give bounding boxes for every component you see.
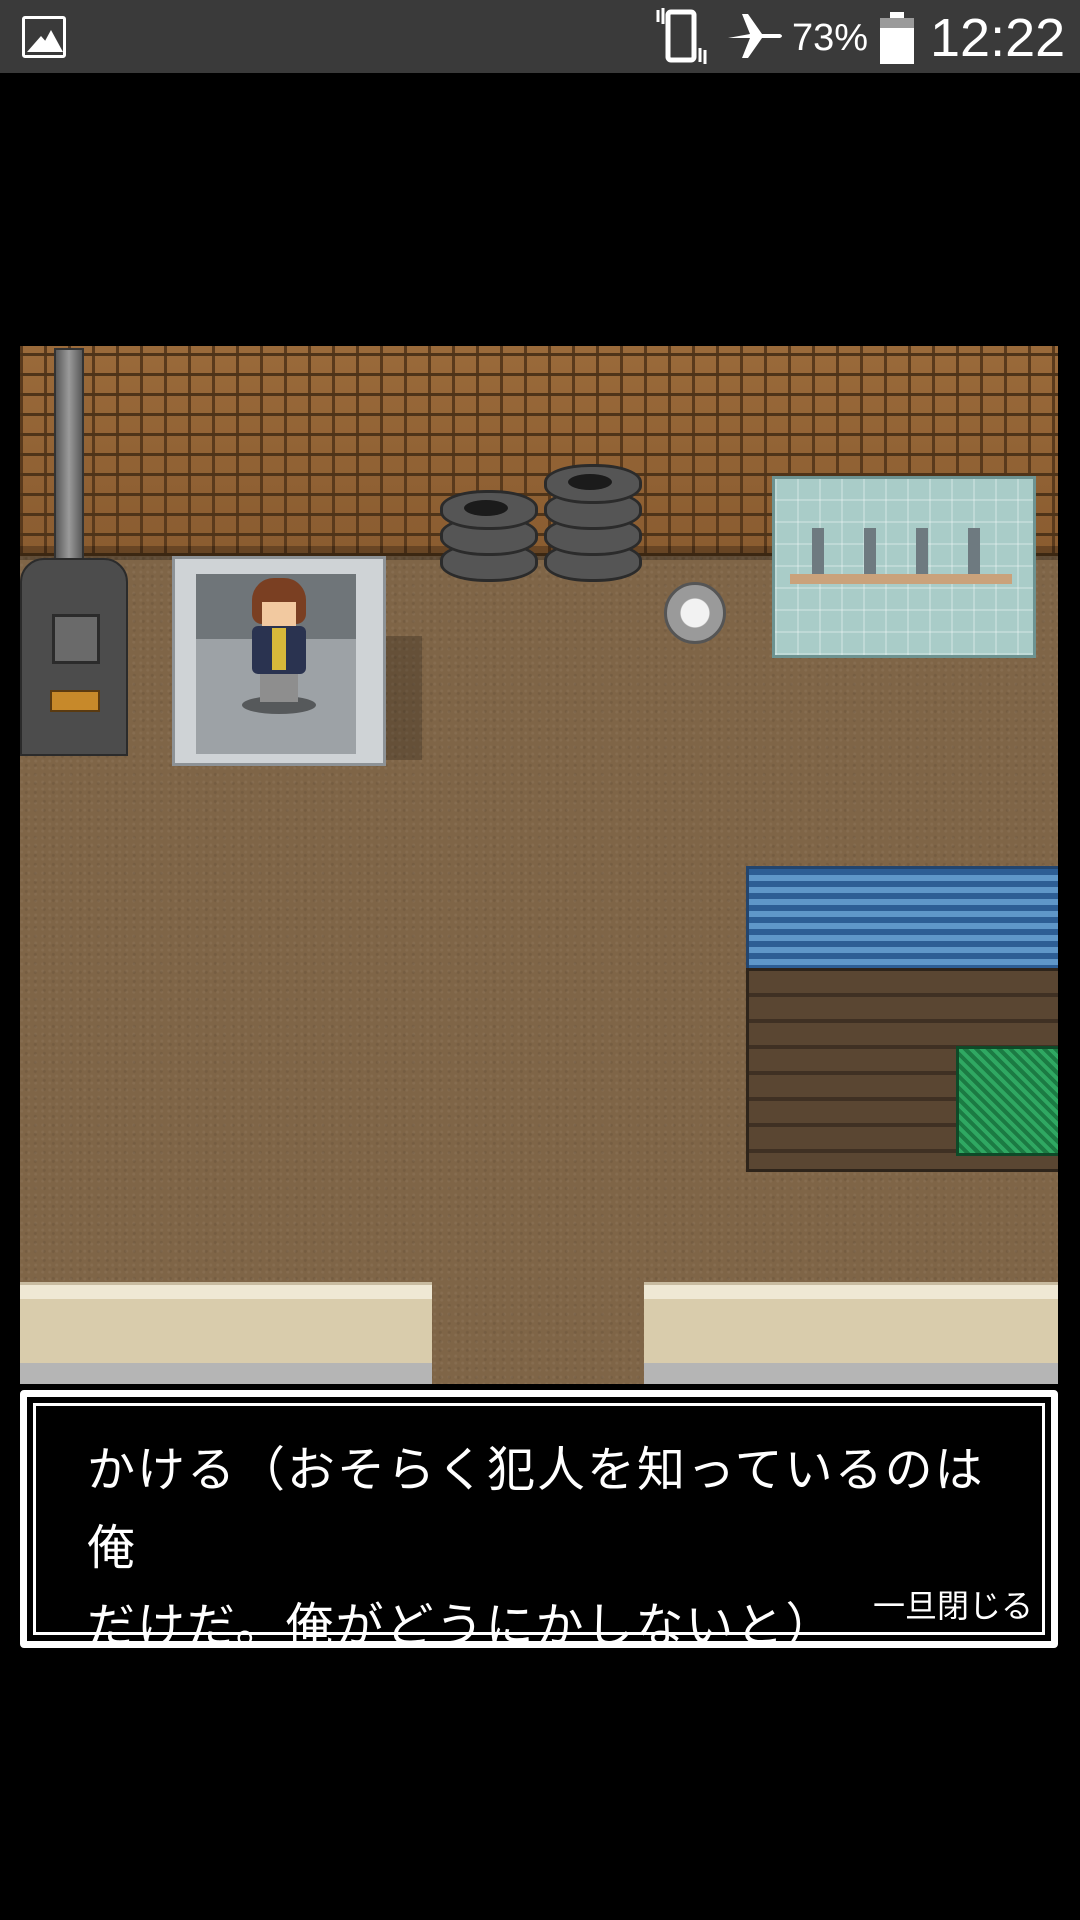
wrench-icon bbox=[916, 528, 928, 574]
booth-shadow bbox=[382, 636, 422, 760]
battery-percent: 73% bbox=[792, 17, 869, 59]
character-face bbox=[262, 602, 296, 626]
close-dialog-button[interactable]: 一旦閉じる bbox=[873, 1581, 1033, 1627]
airplane-mode-icon bbox=[728, 14, 782, 58]
stove-drawer-handle bbox=[50, 690, 100, 712]
dialog-box[interactable]: かける（おそらく犯人を知っているのは俺 だけだ。俺がどうにかしないと） 一旦閉じ… bbox=[20, 1390, 1058, 1654]
tire-hole bbox=[568, 474, 612, 490]
game-map[interactable] bbox=[20, 346, 1058, 1384]
tire-hole bbox=[464, 500, 508, 516]
ledge-right bbox=[644, 1282, 1058, 1384]
counter-blue-top bbox=[746, 866, 1058, 974]
dialog-line-2: だけだ。俺がどうにかしないと） bbox=[87, 1598, 836, 1654]
soccer-ball bbox=[664, 582, 726, 644]
battery-icon bbox=[880, 12, 914, 64]
vibrate-icon bbox=[656, 8, 707, 64]
ledge-left bbox=[20, 1282, 432, 1384]
stove-window bbox=[52, 614, 100, 664]
wrench-icon bbox=[968, 528, 980, 574]
green-mat bbox=[956, 1046, 1058, 1156]
dialog-line-1: かける（おそらく犯人を知っているのは俺 bbox=[87, 1442, 985, 1576]
status-bar: 73% 12:22 bbox=[0, 0, 1080, 73]
clock: 12:22 bbox=[930, 8, 1066, 68]
dialog-text: かける（おそらく犯人を知っているのは俺 だけだ。俺がどうにかしないと） bbox=[87, 1431, 1017, 1665]
character-shirt bbox=[272, 628, 286, 670]
stove-chimney bbox=[54, 348, 84, 592]
wrench-icon bbox=[812, 528, 824, 574]
character-legs bbox=[260, 672, 298, 702]
gallery-icon bbox=[22, 16, 66, 58]
case-shelf bbox=[790, 574, 1012, 584]
wrench-icon bbox=[864, 528, 876, 574]
